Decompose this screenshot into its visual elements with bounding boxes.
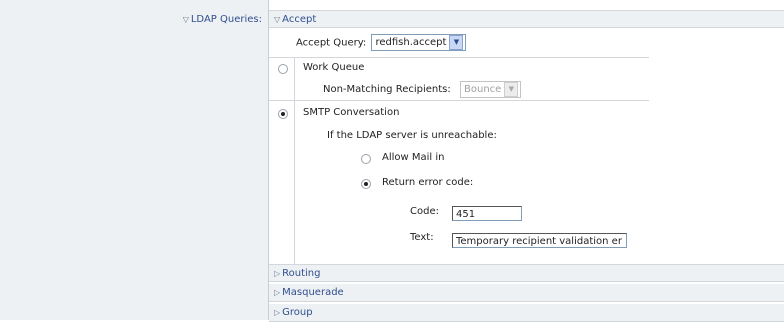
allow-mail-label: Allow Mail in — [382, 152, 445, 163]
accept-query-label: Accept Query: — [296, 37, 367, 49]
work-queue-label: Work Queue — [303, 62, 365, 73]
ldap-queries-label[interactable]: ▽ LDAP Queries: — [183, 14, 262, 25]
return-error-label: Return error code: — [382, 177, 474, 188]
section-accept-header[interactable]: ▽ Accept — [269, 10, 784, 28]
triangle-right-icon: ▷ — [274, 269, 281, 278]
section-accept-title: Accept — [282, 14, 317, 25]
code-label: Code: — [410, 206, 439, 217]
section-routing-header[interactable]: ▷ Routing — [269, 264, 784, 282]
non-matching-recipients-label: Non-Matching Recipients: — [323, 84, 451, 95]
section-group-title: Group — [282, 307, 313, 318]
smtp-conversation-label: SMTP Conversation — [303, 107, 400, 118]
text-label: Text: — [410, 232, 434, 243]
triangle-down-icon: ▽ — [182, 15, 189, 24]
accept-options-table: Work Queue Non-Matching Recipients: Boun… — [269, 57, 649, 264]
triangle-right-icon: ▷ — [274, 288, 281, 297]
return-error-radio[interactable] — [361, 179, 371, 189]
triangle-right-icon: ▷ — [274, 308, 281, 317]
ldap-unreachable-label: If the LDAP server is unreachable: — [327, 130, 497, 141]
accept-query-value: redfish.accept — [375, 37, 447, 48]
smtp-conversation-radio[interactable] — [278, 109, 288, 119]
settings-panel: ▽ Accept Accept Query: redfish.accept ▼ Wo… — [269, 0, 784, 322]
chevron-down-icon[interactable]: ▼ — [504, 82, 519, 97]
divider — [269, 100, 649, 101]
text-input[interactable]: Temporary recipient validation er — [452, 233, 627, 248]
section-group-header[interactable]: ▷ Group — [269, 304, 784, 322]
work-queue-radio[interactable] — [278, 64, 288, 74]
label-column: ▽ LDAP Queries: — [0, 0, 269, 320]
non-matching-recipients-select[interactable]: Bounce ▼ — [460, 81, 522, 98]
section-masquerade-header[interactable]: ▷ Masquerade — [269, 284, 784, 302]
section-routing-title: Routing — [282, 268, 321, 279]
code-input[interactable]: 451 — [452, 206, 522, 221]
triangle-down-icon: ▽ — [274, 15, 281, 24]
accept-query-row: Accept Query: redfish.accept ▼ — [296, 34, 467, 51]
ldap-queries-text: LDAP Queries: — [190, 14, 262, 25]
accept-query-select[interactable]: redfish.accept ▼ — [371, 34, 467, 51]
allow-mail-radio[interactable] — [361, 154, 371, 164]
divider — [269, 57, 649, 58]
section-masquerade-title: Masquerade — [282, 287, 344, 298]
non-matching-value: Bounce — [464, 84, 502, 95]
radio-column — [269, 57, 295, 264]
chevron-down-icon[interactable]: ▼ — [449, 35, 464, 50]
